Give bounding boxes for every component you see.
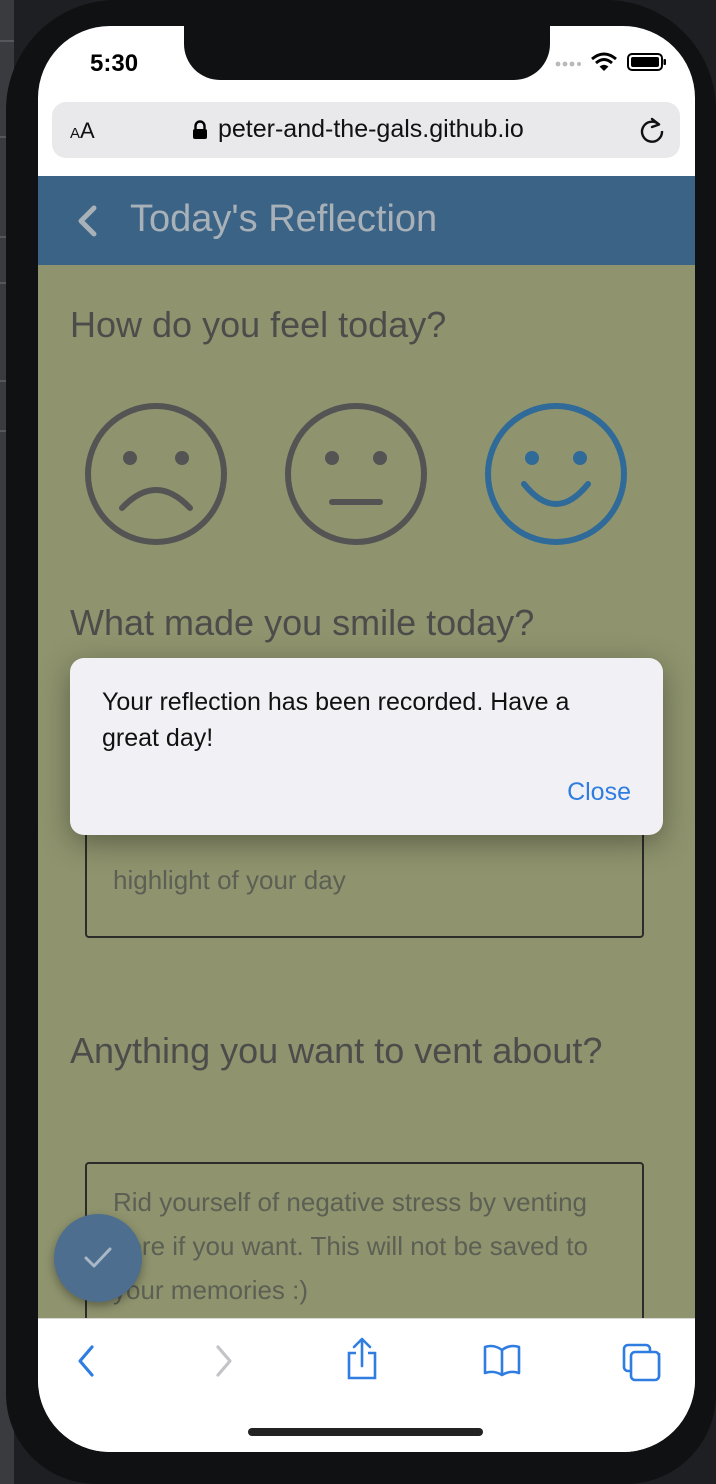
- happy-face-icon: [485, 403, 627, 545]
- notch: [184, 26, 550, 80]
- reload-icon[interactable]: [638, 116, 666, 149]
- bookmarks-icon[interactable]: [482, 1343, 522, 1382]
- vent-input[interactable]: Rid yourself of negative stress by venti…: [85, 1162, 644, 1318]
- url-text[interactable]: peter-and-the-gals.github.io: [218, 115, 524, 144]
- signal-icon: [555, 55, 581, 73]
- neutral-face-icon: [285, 403, 427, 545]
- question-vent: Anything you want to vent about?: [70, 1030, 603, 1071]
- share-icon[interactable]: [344, 1337, 380, 1386]
- page-title: Today's Reflection: [130, 198, 438, 240]
- wifi-icon: [591, 52, 617, 77]
- home-indicator: [248, 1428, 483, 1436]
- address-bar[interactable]: AA peter-and-the-gals.github.io: [52, 102, 680, 158]
- checkmark-icon: [84, 1247, 112, 1268]
- back-icon[interactable]: [74, 204, 100, 238]
- question-smile: What made you smile today?: [70, 602, 535, 643]
- phone-screen: 5:30 AA peter-and-the-gals.github.io Tod…: [38, 26, 695, 1452]
- status-icons: [555, 52, 667, 77]
- browser-back-icon[interactable]: [72, 1341, 100, 1386]
- tabs-icon[interactable]: [622, 1343, 662, 1388]
- lock-icon: [192, 120, 208, 145]
- question-feel: How do you feel today?: [70, 304, 447, 345]
- dialog-message: Your reflection has been recorded. Have …: [102, 688, 570, 752]
- sad-face-icon: [85, 403, 227, 545]
- submit-button[interactable]: [54, 1214, 142, 1302]
- alert-dialog: Your reflection has been recorded. Have …: [70, 658, 663, 835]
- mood-sad-button[interactable]: [84, 402, 228, 546]
- app-bar: Today's Reflection: [38, 176, 695, 265]
- mood-neutral-button[interactable]: [284, 402, 428, 546]
- close-button[interactable]: Close: [567, 778, 631, 807]
- battery-icon: [627, 52, 667, 77]
- status-time: 5:30: [90, 50, 139, 77]
- browser-forward-icon[interactable]: [210, 1341, 238, 1386]
- mood-happy-button[interactable]: [484, 402, 628, 546]
- text-size-button[interactable]: AA: [70, 118, 95, 144]
